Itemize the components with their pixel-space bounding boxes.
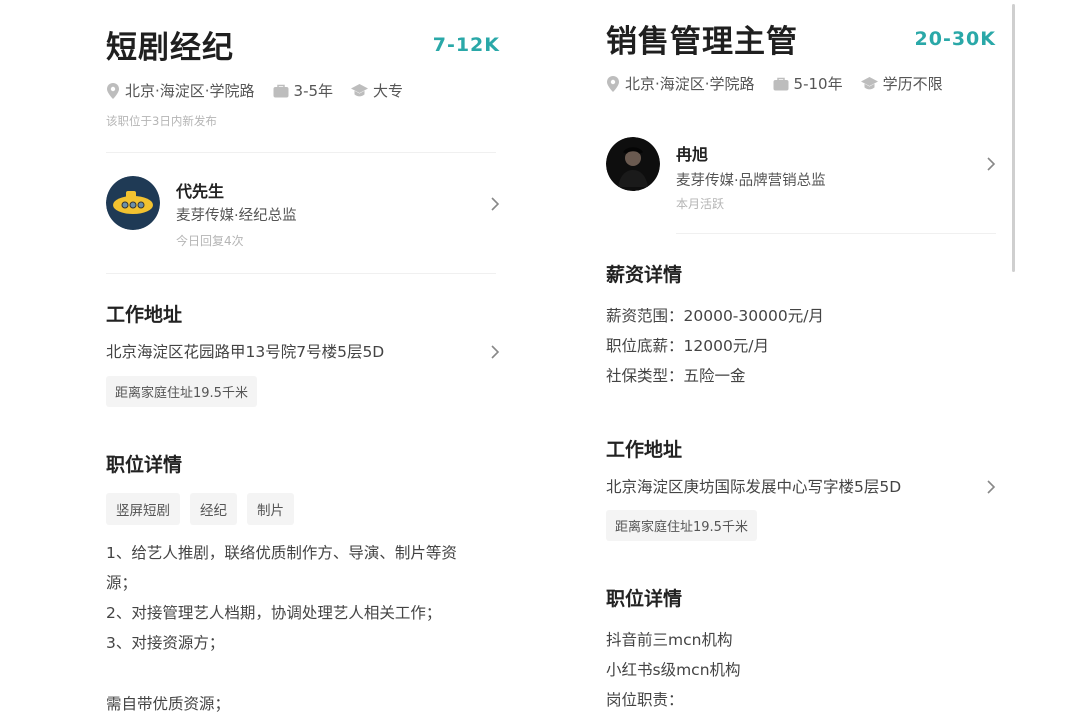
details-section-title: 职位详情: [606, 588, 683, 610]
job-header: 销售管理主管 20-30K: [606, 16, 996, 61]
meta-location: 北京·海淀区·学院路: [606, 73, 755, 94]
skill-tags: 竖屏短剧 经纪 制片: [106, 493, 304, 525]
details-section-title: 职位详情: [106, 454, 183, 476]
graduation-cap-icon: [860, 76, 878, 89]
recruiter-role: 麦芽传媒·品牌营销总监: [676, 173, 826, 189]
detail-line: 岗位职责：: [606, 691, 684, 709]
recruiter-activity: 今日回复4次: [176, 234, 244, 248]
skill-tag: 制片: [247, 493, 294, 525]
meta-experience: 3-5年: [273, 80, 334, 101]
recruiter-role: 麦芽传媒·经纪总监: [176, 208, 297, 224]
graduation-cap-icon: [351, 83, 369, 96]
person-photo-avatar-icon: [606, 137, 660, 191]
divider: [106, 273, 496, 274]
briefcase-icon: [773, 77, 789, 90]
work-address[interactable]: 北京海淀区花园路甲13号院7号楼5层5D: [106, 340, 500, 362]
detail-line: 需自带优质资源；: [106, 695, 231, 713]
address-section-title: 工作地址: [606, 439, 683, 461]
submarine-avatar-icon: [106, 176, 160, 230]
job-header: 短剧经纪 7-12K: [106, 22, 500, 67]
recruiter-name: 代先生: [176, 182, 225, 201]
meta-education: 学历不限: [860, 73, 943, 94]
chevron-right-icon[interactable]: [490, 196, 500, 212]
avatar: [106, 176, 160, 230]
job-title: 短剧经纪: [106, 30, 234, 66]
avatar: [606, 137, 660, 191]
skill-tag: 经纪: [190, 493, 237, 525]
location-pin-icon: [107, 82, 119, 99]
education-text: 大专: [373, 82, 404, 100]
salary-range: 7-12K: [432, 33, 500, 56]
divider: [676, 233, 996, 234]
recruiter-card[interactable]: 代先生 麦芽传媒·经纪总监 今日回复4次: [106, 176, 500, 248]
recruiter-card[interactable]: 冉旭 麦芽传媒·品牌营销总监 本月活跃: [606, 137, 996, 211]
salary-line: 社保类型：五险一金: [606, 367, 746, 385]
meta-location: 北京·海淀区·学院路: [106, 80, 255, 101]
scrollbar[interactable]: [1012, 4, 1015, 272]
divider: [106, 152, 496, 153]
posted-hint: 该职位于3日内新发布: [106, 114, 217, 128]
job-meta: 北京·海淀区·学院路 5-10年 学历不限: [606, 73, 961, 94]
education-text: 学历不限: [882, 75, 943, 93]
job-title: 销售管理主管: [606, 24, 798, 60]
address-section-title: 工作地址: [106, 304, 183, 326]
meta-experience: 5-10年: [773, 73, 843, 94]
recruiter-name: 冉旭: [676, 145, 709, 164]
work-address[interactable]: 北京海淀区庚坊国际发展中心写字楼5层5D: [606, 475, 996, 497]
chevron-right-icon[interactable]: [986, 479, 996, 495]
salary-line: 薪资范围：20000-30000元/月: [606, 307, 824, 325]
location-pin-icon: [607, 75, 619, 92]
chevron-right-icon[interactable]: [986, 156, 996, 172]
detail-line: 源；: [106, 574, 138, 592]
experience-text: 3-5年: [293, 82, 334, 100]
location-text: 北京·海淀区·学院路: [125, 82, 255, 100]
salary-line: 职位底薪：12000元/月: [606, 337, 770, 355]
salary-range: 20-30K: [914, 27, 996, 50]
job-detail-left: 短剧经纪 7-12K 北京·海淀区·学院路 3-5年 大专 该职位于3日内新发布: [106, 0, 500, 720]
work-address-text: 北京海淀区庚坊国际发展中心写字楼5层5D: [606, 478, 902, 496]
skill-tag: 竖屏短剧: [106, 493, 180, 525]
job-detail-right: 销售管理主管 20-30K 北京·海淀区·学院路 5-10年 学历不限 冉旭 麦…: [606, 0, 996, 720]
recruiter-activity: 本月活跃: [676, 197, 725, 211]
briefcase-icon: [273, 84, 289, 97]
experience-text: 5-10年: [793, 75, 843, 93]
detail-line: 3、对接资源方；: [106, 634, 225, 652]
distance-tag: 距离家庭住址19.5千米: [106, 376, 257, 407]
chevron-right-icon[interactable]: [490, 344, 500, 360]
detail-line: 抖音前三mcn机构: [606, 631, 733, 649]
salary-section-title: 薪资详情: [606, 264, 683, 286]
distance-tag: 距离家庭住址19.5千米: [606, 510, 757, 541]
location-text: 北京·海淀区·学院路: [625, 75, 755, 93]
work-address-text: 北京海淀区花园路甲13号院7号楼5层5D: [106, 343, 385, 361]
detail-line: 小红书s级mcn机构: [606, 661, 741, 679]
meta-education: 大专: [351, 80, 403, 101]
detail-line: 2、对接管理艺人档期，协调处理艺人相关工作；: [106, 604, 442, 622]
job-meta: 北京·海淀区·学院路 3-5年 大专: [106, 80, 421, 101]
detail-line: 1、给艺人推剧，联络优质制作方、导演、制片等资: [106, 544, 457, 562]
